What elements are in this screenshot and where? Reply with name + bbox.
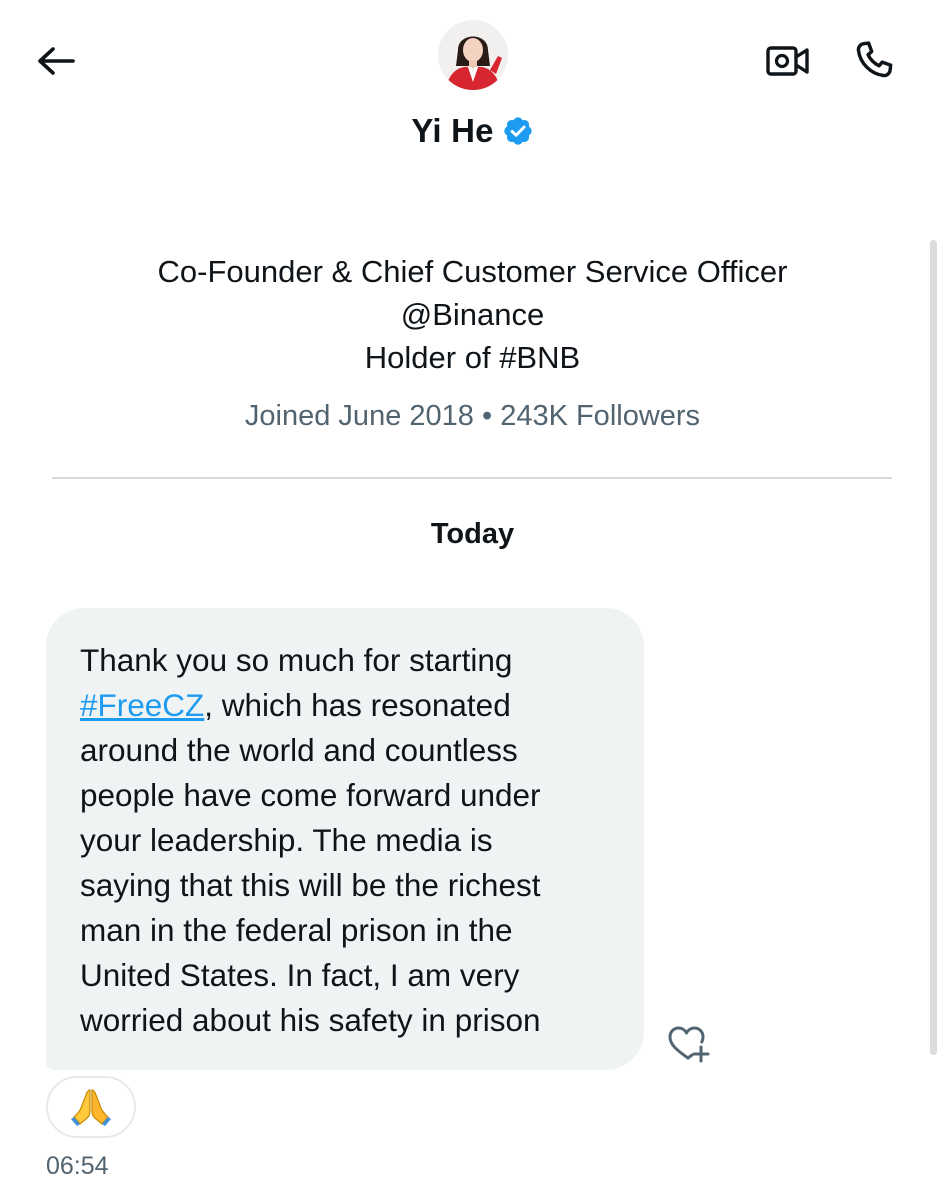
message-line: worried about his safety in prison	[80, 1002, 541, 1038]
video-call-button[interactable]	[760, 38, 816, 84]
message-bubble[interactable]: Thank you so much for starting #FreeCZ, …	[46, 608, 644, 1070]
heart-plus-icon	[668, 1026, 710, 1063]
folded-hands-emoji	[71, 1089, 111, 1126]
followers-count[interactable]: 243K Followers	[500, 400, 700, 432]
message-line: people have come forward under	[80, 777, 541, 813]
divider	[52, 477, 892, 479]
voice-call-button[interactable]	[846, 34, 902, 86]
profile-bio: Co-Founder & Chief Customer Service Offi…	[0, 250, 945, 379]
reaction-pill[interactable]	[46, 1076, 136, 1138]
bio-line: Holder of #BNB	[364, 340, 581, 375]
display-name-row: Yi He	[0, 106, 945, 156]
date-separator: Today	[430, 518, 515, 550]
message-line: man in the federal prison in the	[80, 912, 513, 948]
message-line-rest: , which has resonated	[204, 687, 511, 723]
phone-icon	[856, 41, 893, 78]
back-button[interactable]	[28, 38, 84, 84]
avatar[interactable]	[438, 20, 508, 90]
add-reaction-button[interactable]	[664, 1022, 714, 1066]
dm-conversation-screen: Yi He Co-Founder & Chief Customer Servic…	[0, 0, 945, 1200]
bio-mention-binance[interactable]: @Binance	[0, 293, 945, 336]
verified-badge-icon	[503, 117, 532, 145]
message-timestamp: 06:54	[46, 1152, 109, 1180]
hashtag-link[interactable]: #FreeCZ	[80, 687, 204, 723]
scrollbar[interactable]	[930, 240, 937, 1055]
video-call-icon	[766, 46, 809, 76]
message-line: your leadership. The media is	[80, 822, 493, 858]
message-line: around the world and countless	[80, 732, 518, 768]
display-name[interactable]: Yi He	[411, 112, 493, 150]
avatar-image	[438, 20, 508, 90]
message-text: Thank you so much for starting #FreeCZ, …	[80, 638, 624, 1043]
bio-line: Co-Founder & Chief Customer Service Offi…	[157, 254, 788, 289]
message-line: #FreeCZ, which has resonated	[80, 683, 624, 728]
arrow-left-icon	[38, 47, 75, 75]
meta-separator: •	[481, 400, 493, 432]
message-line: saying that this will be the richest	[80, 867, 541, 903]
message-line: Thank you so much for starting	[80, 642, 513, 678]
joined-date: Joined June 2018	[244, 400, 474, 432]
message-line: United States. In fact, I am very	[80, 957, 520, 993]
profile-meta: Joined June 2018 • 243K Followers	[0, 400, 945, 433]
